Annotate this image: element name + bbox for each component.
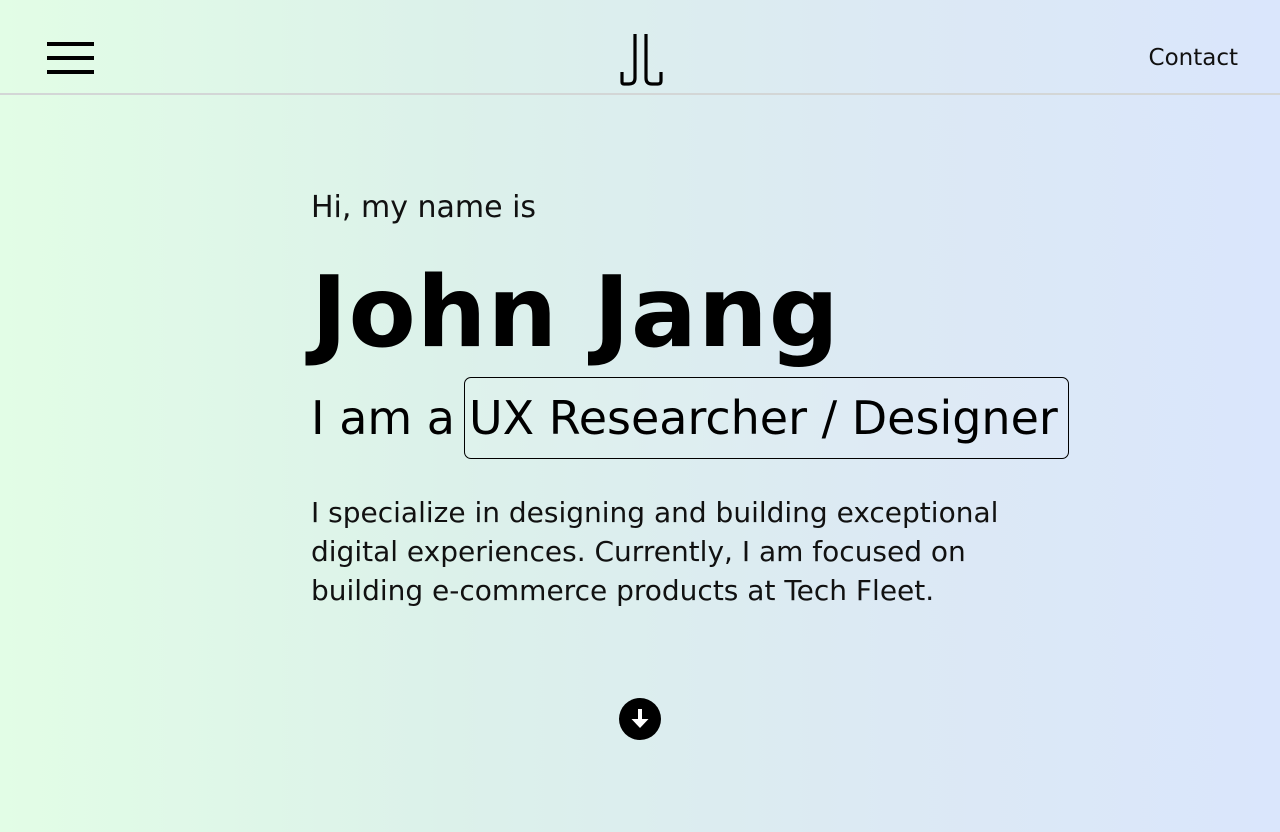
hero-name: John Jang <box>311 256 840 370</box>
arrow-down-icon <box>631 709 649 728</box>
menu-bar <box>47 70 94 74</box>
role-highlight: UX Researcher / Designer <box>464 377 1069 459</box>
menu-bar <box>47 56 94 60</box>
site-header: Contact <box>0 0 1280 95</box>
greeting-text: Hi, my name is <box>311 190 537 225</box>
contact-link[interactable]: Contact <box>1149 44 1238 72</box>
hamburger-menu-icon[interactable] <box>47 42 94 74</box>
jj-monogram-logo[interactable] <box>620 34 664 86</box>
role-line: I am a UX Researcher / Designer <box>311 377 1069 459</box>
arrow-down-circle-icon[interactable] <box>619 698 661 740</box>
role-prefix: I am a <box>311 391 455 445</box>
hero-section: Hi, my name is John Jang I am a UX Resea… <box>311 188 1071 607</box>
bio-text: I specialize in designing and building e… <box>311 496 999 607</box>
menu-bar <box>47 42 94 46</box>
